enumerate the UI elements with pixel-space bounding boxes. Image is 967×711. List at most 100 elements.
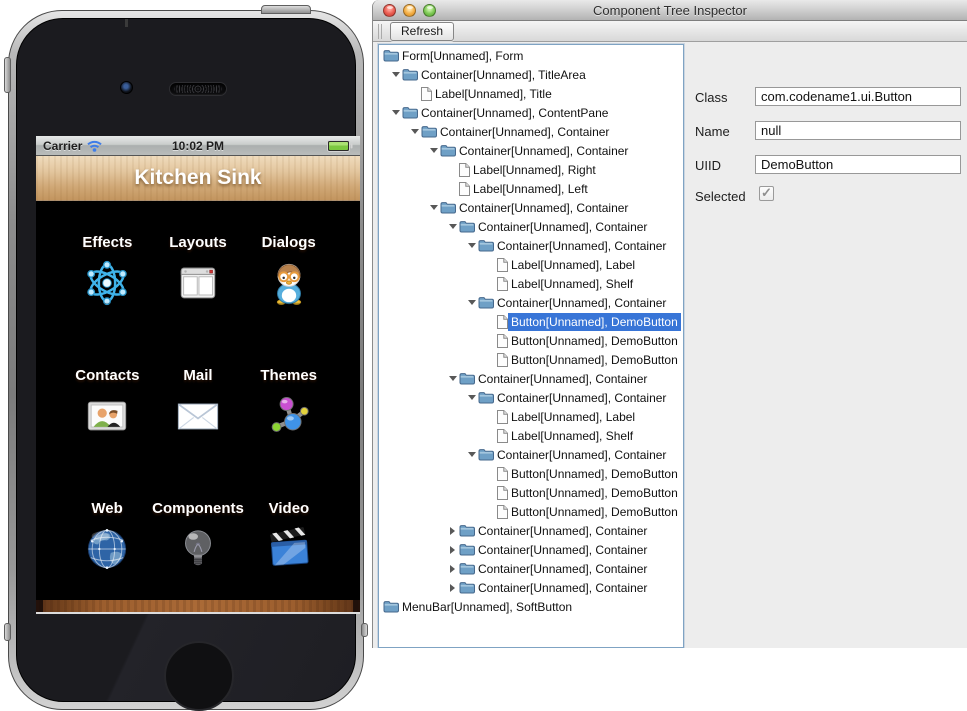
tree-row-label: Container[Unnamed], Container <box>494 294 669 312</box>
expand-arrow-icon[interactable] <box>465 300 478 305</box>
app-item[interactable]: Contacts <box>62 367 153 439</box>
tree-row[interactable]: Container[Unnamed], Container <box>379 141 683 160</box>
expand-arrow-icon[interactable] <box>446 584 459 592</box>
clapper-icon <box>266 526 312 572</box>
expand-arrow-icon[interactable] <box>389 110 402 115</box>
tree-row[interactable]: Container[Unnamed], Container <box>379 445 683 464</box>
tree-row[interactable]: Container[Unnamed], ContentPane <box>379 103 683 122</box>
tree-row[interactable]: Container[Unnamed], TitleArea <box>379 65 683 84</box>
tree-row[interactable]: Container[Unnamed], Container <box>379 236 683 255</box>
expand-arrow-icon[interactable] <box>389 72 402 77</box>
uiid-field[interactable] <box>755 155 961 174</box>
folder-icon <box>440 144 456 157</box>
component-tree[interactable]: Form[Unnamed], Form Container[Unnamed], … <box>378 44 684 648</box>
front-camera-icon <box>120 81 133 94</box>
tree-row[interactable]: Button[Unnamed], DemoButton <box>379 331 683 350</box>
volume-button[interactable] <box>4 623 11 641</box>
tree-row[interactable]: Container[Unnamed], Container <box>379 521 683 540</box>
tree-row[interactable]: Container[Unnamed], Container <box>379 388 683 407</box>
power-button[interactable] <box>261 5 311 14</box>
earpiece-speaker-icon <box>169 82 227 96</box>
expand-arrow-icon[interactable] <box>427 148 440 153</box>
tree-row[interactable]: Form[Unnamed], Form <box>379 46 683 65</box>
themes-icon <box>266 393 312 439</box>
tree-row-label: Label[Unnamed], Right <box>470 161 599 179</box>
expand-arrow-icon[interactable] <box>408 129 421 134</box>
tree-row[interactable]: Container[Unnamed], Container <box>379 122 683 141</box>
app-item[interactable]: Themes <box>243 367 334 439</box>
tree-row[interactable]: Button[Unnamed], DemoButton <box>379 350 683 369</box>
class-field[interactable] <box>755 87 961 106</box>
folder-icon <box>459 562 475 575</box>
app-item-label: Effects <box>82 234 132 251</box>
tree-row[interactable]: Container[Unnamed], Container <box>379 198 683 217</box>
window-titlebar[interactable]: Component Tree Inspector <box>373 0 967 21</box>
shelf-row: Effects Layouts Dialogs <box>36 201 360 334</box>
expand-arrow-icon[interactable] <box>446 565 459 573</box>
tree-row[interactable]: Button[Unnamed], DemoButton <box>379 464 683 483</box>
tree-row[interactable]: Container[Unnamed], Container <box>379 293 683 312</box>
tree-row[interactable]: Button[Unnamed], DemoButton <box>379 502 683 521</box>
folder-icon <box>478 391 494 404</box>
toolbar-drag-handle[interactable] <box>378 24 382 39</box>
tree-row[interactable]: Label[Unnamed], Label <box>379 407 683 426</box>
tree-row[interactable]: MenuBar[Unnamed], SoftButton <box>379 597 683 616</box>
tree-row-label: Container[Unnamed], Container <box>494 237 669 255</box>
tree-row-label: Label[Unnamed], Title <box>432 85 555 103</box>
folder-icon <box>478 296 494 309</box>
expand-arrow-icon[interactable] <box>465 243 478 248</box>
tree-row[interactable]: Button[Unnamed], DemoButton <box>379 483 683 502</box>
tree-row[interactable]: Container[Unnamed], Container <box>379 217 683 236</box>
app-item[interactable]: Layouts <box>153 234 244 306</box>
tree-row[interactable]: Container[Unnamed], Container <box>379 369 683 388</box>
tree-row-label: Label[Unnamed], Left <box>470 180 591 198</box>
refresh-button[interactable]: Refresh <box>390 22 454 41</box>
app-item[interactable]: Dialogs <box>243 234 334 306</box>
file-icon <box>497 334 508 348</box>
expand-arrow-icon[interactable] <box>465 395 478 400</box>
expand-arrow-icon[interactable] <box>465 452 478 457</box>
selected-checkbox[interactable]: ✓ <box>759 186 774 201</box>
expand-arrow-icon[interactable] <box>446 224 459 229</box>
tree-row-label: Container[Unnamed], Container <box>456 199 631 217</box>
tree-row[interactable]: Container[Unnamed], Container <box>379 540 683 559</box>
tree-row-label: Label[Unnamed], Label <box>508 256 638 274</box>
app-item[interactable]: Components <box>152 500 244 572</box>
tree-row-label: Container[Unnamed], Container <box>475 370 650 388</box>
window-content: Form[Unnamed], Form Container[Unnamed], … <box>373 42 967 648</box>
file-icon <box>497 315 508 329</box>
folder-icon <box>402 68 418 81</box>
expand-arrow-icon[interactable] <box>446 376 459 381</box>
mute-switch[interactable] <box>4 57 11 93</box>
folder-icon <box>402 106 418 119</box>
tree-row[interactable]: Label[Unnamed], Left <box>379 179 683 198</box>
expand-arrow-icon[interactable] <box>446 527 459 535</box>
home-button[interactable] <box>164 641 234 711</box>
file-icon <box>497 277 508 291</box>
tree-row-label: Form[Unnamed], Form <box>399 47 526 65</box>
app-item[interactable]: Web <box>62 500 152 572</box>
tree-row[interactable]: Label[Unnamed], Shelf <box>379 426 683 445</box>
expand-arrow-icon[interactable] <box>446 546 459 554</box>
expand-arrow-icon[interactable] <box>427 205 440 210</box>
tree-row[interactable]: Label[Unnamed], Shelf <box>379 274 683 293</box>
tree-row[interactable]: Label[Unnamed], Right <box>379 160 683 179</box>
tree-row[interactable]: Container[Unnamed], Container <box>379 559 683 578</box>
app-item[interactable]: Video <box>244 500 334 572</box>
tree-row-label: Button[Unnamed], DemoButton <box>508 351 681 369</box>
shelf-board <box>36 437 360 467</box>
app-item[interactable]: Mail <box>153 367 244 439</box>
tree-row[interactable]: Label[Unnamed], Label <box>379 255 683 274</box>
name-field[interactable] <box>755 121 961 140</box>
app-item[interactable]: Effects <box>62 234 153 306</box>
phone-front-glass: Carrier 10:02 PM <box>16 18 356 702</box>
tree-row[interactable]: Button[Unnamed], DemoButton <box>379 312 683 331</box>
file-icon <box>497 429 508 443</box>
tree-row[interactable]: Container[Unnamed], Container <box>379 578 683 597</box>
tree-row-label: Label[Unnamed], Shelf <box>508 427 636 445</box>
shelf-row: Contacts Mail Themes <box>36 334 360 467</box>
tree-row[interactable]: Label[Unnamed], Title <box>379 84 683 103</box>
side-button[interactable] <box>361 623 368 637</box>
app-title-bar: Kitchen Sink <box>36 156 360 201</box>
clock-label: 10:02 PM <box>36 139 360 153</box>
